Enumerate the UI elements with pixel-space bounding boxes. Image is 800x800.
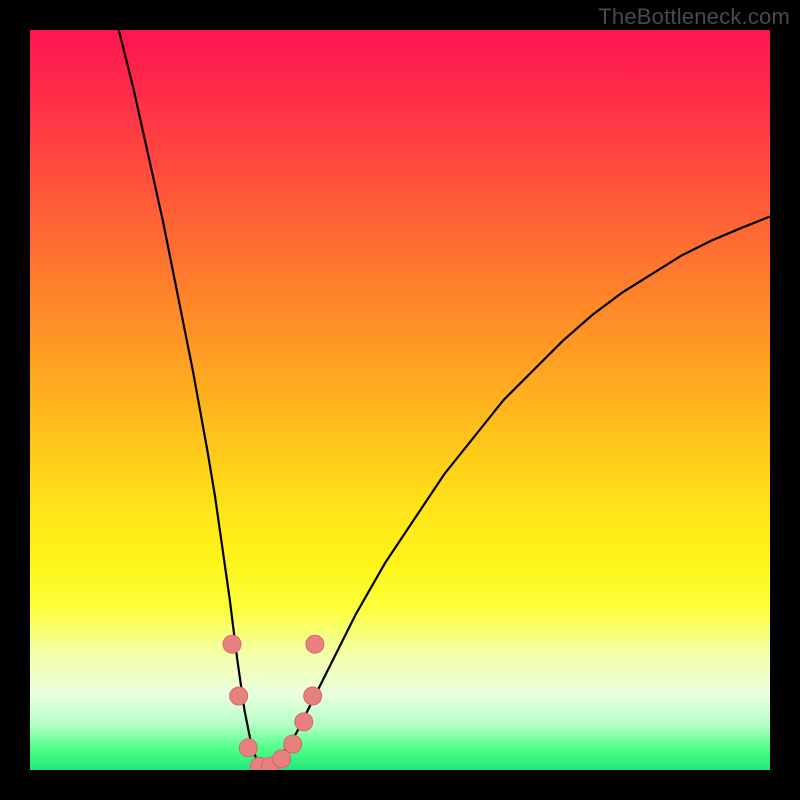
plot-area bbox=[30, 30, 770, 770]
marker-point bbox=[295, 713, 313, 731]
marker-point bbox=[306, 635, 324, 653]
marker-point bbox=[304, 687, 322, 705]
marker-point bbox=[230, 687, 248, 705]
marker-point bbox=[284, 735, 302, 753]
marker-point bbox=[273, 750, 291, 768]
watermark-text: TheBottleneck.com bbox=[598, 4, 790, 30]
chart-frame: TheBottleneck.com bbox=[0, 0, 800, 800]
highlight-markers bbox=[30, 30, 770, 770]
marker-point bbox=[223, 635, 241, 653]
marker-point bbox=[239, 739, 257, 757]
